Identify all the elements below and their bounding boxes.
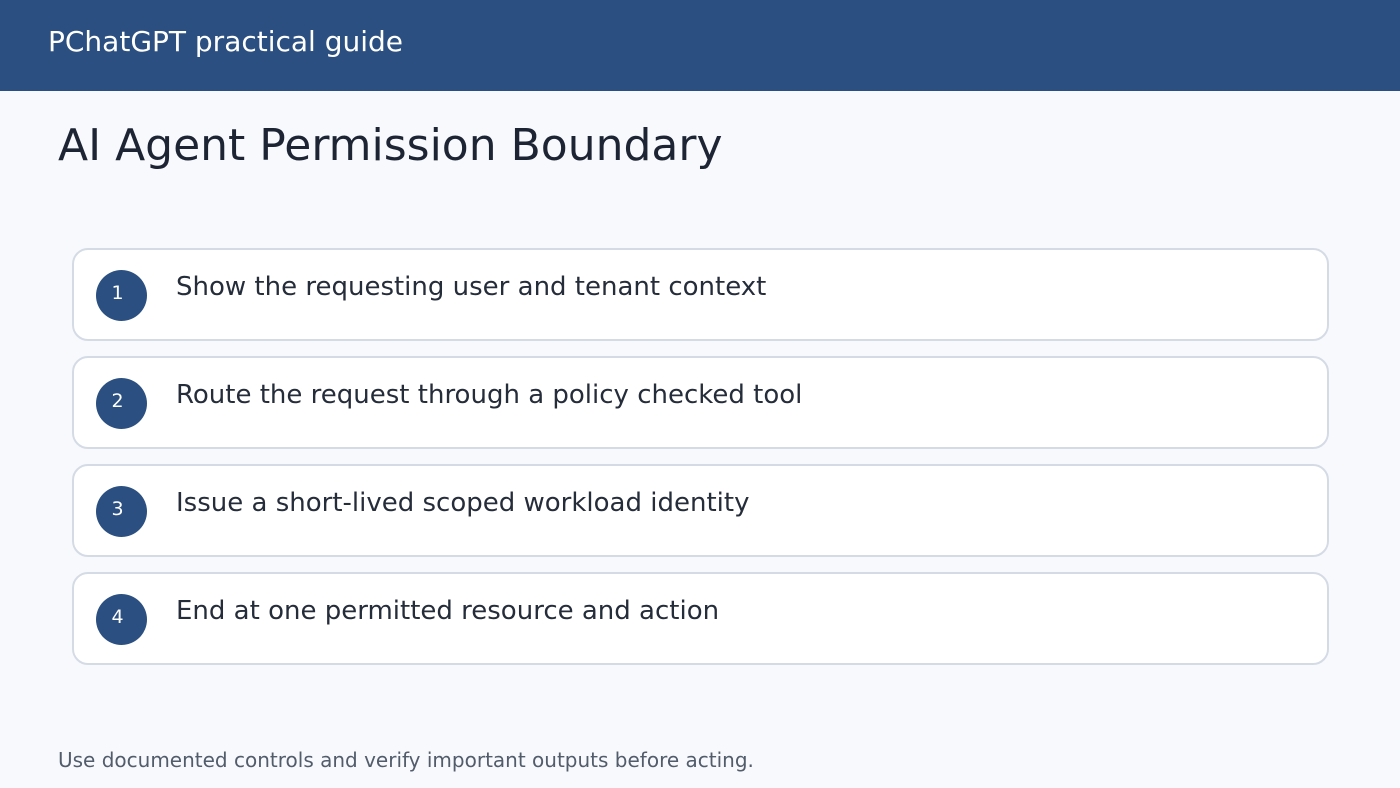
brand-title: PChatGPT practical guide: [48, 25, 404, 58]
steps-list: 1 Show the requesting user and tenant co…: [72, 248, 1329, 680]
top-header-bar: PChatGPT practical guide: [0, 0, 1400, 91]
step-number: 4: [111, 606, 124, 628]
step-text: Issue a short-lived scoped workload iden…: [176, 488, 750, 518]
step-number-badge: 3: [96, 486, 147, 537]
step-card-2: 2 Route the request through a policy che…: [72, 356, 1329, 449]
page-title: AI Agent Permission Boundary: [58, 120, 723, 171]
step-number-badge: 1: [96, 270, 147, 321]
step-number: 3: [111, 498, 124, 520]
step-text: End at one permitted resource and action: [176, 596, 720, 626]
step-text: Show the requesting user and tenant cont…: [176, 272, 767, 302]
step-number-badge: 4: [96, 594, 147, 645]
step-number: 2: [111, 390, 124, 412]
step-card-4: 4 End at one permitted resource and acti…: [72, 572, 1329, 665]
step-card-3: 3 Issue a short-lived scoped workload id…: [72, 464, 1329, 557]
step-number-badge: 2: [96, 378, 147, 429]
step-card-1: 1 Show the requesting user and tenant co…: [72, 248, 1329, 341]
step-number: 1: [111, 282, 124, 304]
step-text: Route the request through a policy check…: [176, 380, 803, 410]
footer-note: Use documented controls and verify impor…: [58, 748, 754, 772]
